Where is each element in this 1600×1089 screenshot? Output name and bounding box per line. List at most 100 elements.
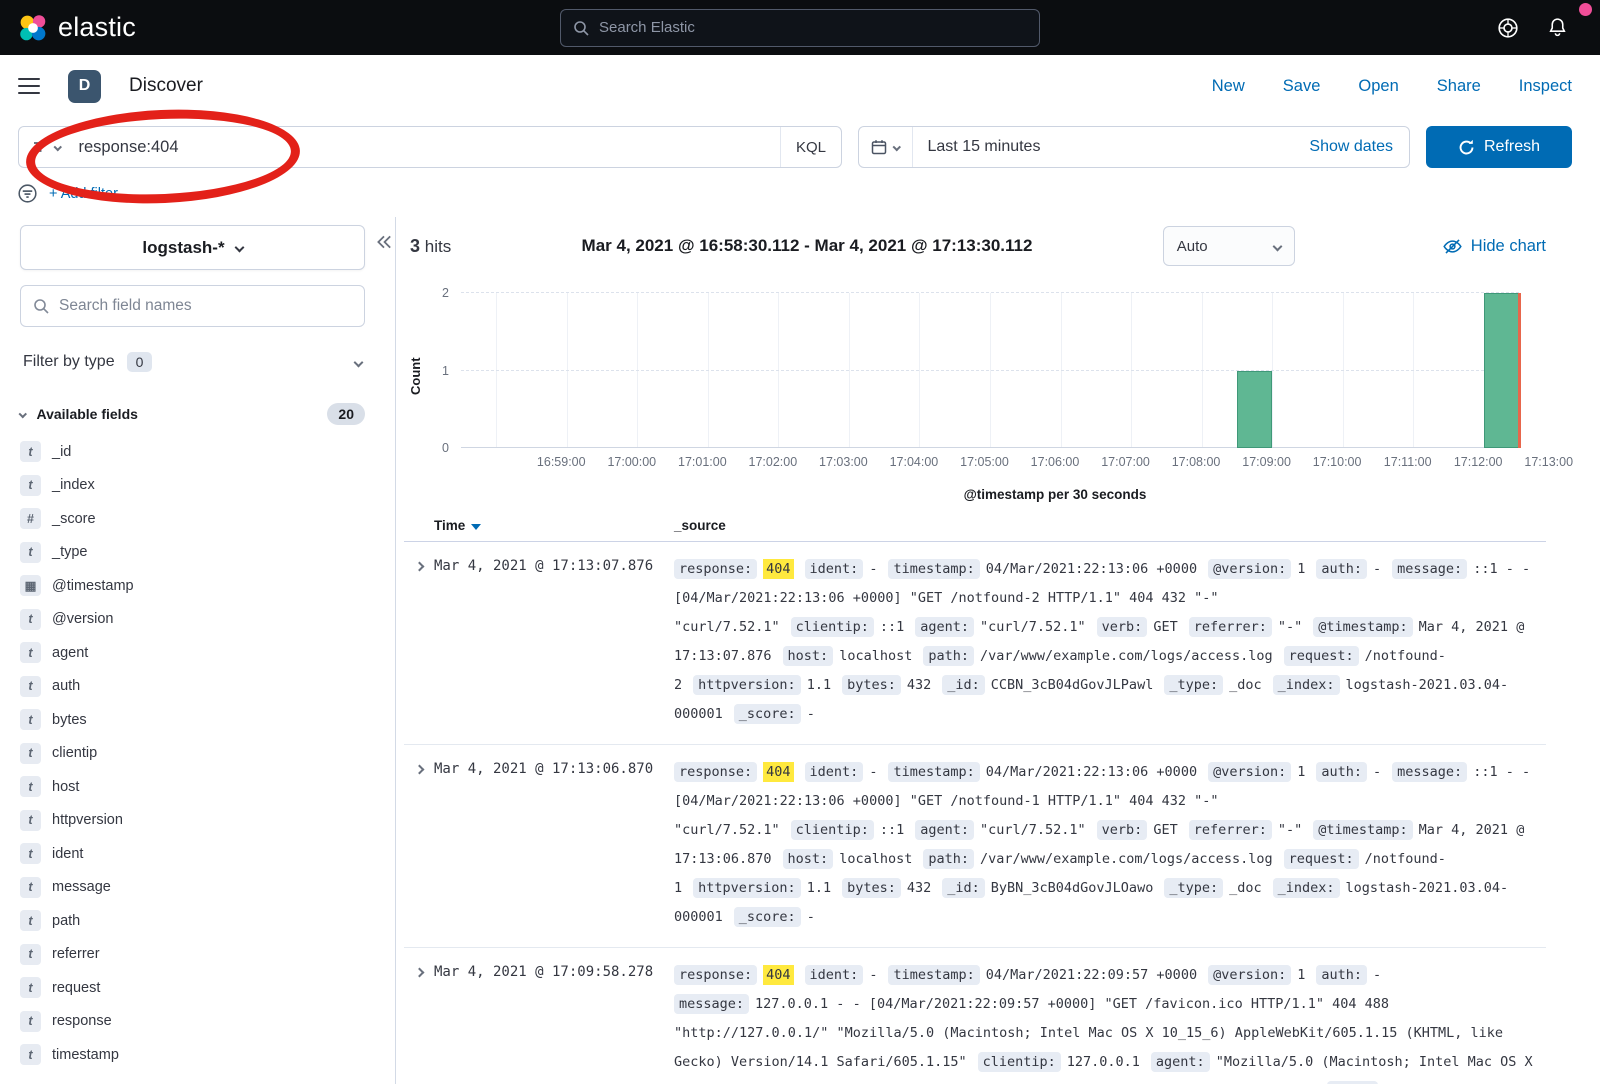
available-fields-header[interactable]: Available fields 20: [20, 403, 365, 425]
doc-time-cell: Mar 4, 2021 @ 17:13:06.870: [434, 758, 674, 932]
doc-time-cell: Mar 4, 2021 @ 17:13:07.876: [434, 555, 674, 729]
appbar-action-open[interactable]: Open: [1358, 77, 1398, 96]
field-item-path[interactable]: tpath: [20, 904, 365, 938]
field-item-referrer[interactable]: treferrer: [20, 938, 365, 972]
global-search-input[interactable]: [599, 19, 1027, 36]
doc-table-body: Mar 4, 2021 @ 17:13:07.876response:404id…: [404, 542, 1546, 1084]
refresh-icon: [1458, 139, 1475, 156]
field-item-clientip[interactable]: tclientip: [20, 737, 365, 771]
field-key-pill: timestamp:: [888, 559, 979, 579]
field-value: localhost: [839, 648, 912, 664]
field-item-auth[interactable]: tauth: [20, 670, 365, 704]
field-item-response[interactable]: tresponse: [20, 1005, 365, 1039]
calendar-menu-button[interactable]: [859, 127, 913, 167]
field-item-_index[interactable]: t_index: [20, 469, 365, 503]
field-value: CCBN_3cB04dGovJLPawl: [991, 677, 1154, 693]
field-name: timestamp: [52, 1047, 119, 1063]
query-bar: KQL Last 15 minutes Show dates Refresh: [0, 117, 1600, 176]
field-item-timestamp[interactable]: ttimestamp: [20, 1038, 365, 1072]
field-item-bytes[interactable]: tbytes: [20, 703, 365, 737]
interval-select[interactable]: Auto: [1163, 226, 1295, 266]
field-name: request: [52, 980, 100, 996]
field-key-pill: ident:: [805, 559, 864, 579]
y-axis-title: Count: [408, 357, 423, 395]
filter-by-type-count-badge: 0: [127, 352, 153, 372]
x-axis-title: @timestamp per 30 seconds: [526, 487, 1584, 502]
content-area: logstash-* Filter by type 0 Available fi…: [0, 217, 1600, 1084]
filter-by-type-dropdown[interactable]: Filter by type 0: [20, 341, 365, 383]
field-type-string-icon: t: [20, 743, 41, 764]
field-key-pill: verb:: [1097, 617, 1148, 637]
field-name: @timestamp: [52, 578, 134, 594]
current-time-marker: [1518, 293, 1521, 448]
field-value-highlighted: 404: [763, 762, 793, 782]
discover-app-badge: D: [68, 70, 101, 103]
field-item-@version[interactable]: t@version: [20, 603, 365, 637]
refresh-button[interactable]: Refresh: [1426, 126, 1572, 168]
x-gridline: [708, 293, 709, 448]
field-item-_type[interactable]: t_type: [20, 536, 365, 570]
appbar-action-share[interactable]: Share: [1437, 77, 1481, 96]
field-item-request[interactable]: trequest: [20, 971, 365, 1005]
field-search-box[interactable]: [20, 285, 365, 327]
appbar-action-save[interactable]: Save: [1283, 77, 1321, 96]
hits-label: hits: [425, 237, 451, 256]
documents-table: Time _source Mar 4, 2021 @ 17:13:07.876r…: [396, 518, 1600, 1084]
x-gridline: [849, 293, 850, 448]
x-gridline: [1413, 293, 1414, 448]
field-type-string-icon: t: [20, 441, 41, 462]
refresh-label: Refresh: [1484, 138, 1540, 156]
field-list: t_idt_index#_scoret_type▦@timestampt@ver…: [20, 435, 365, 1072]
field-value-highlighted: 404: [763, 965, 793, 985]
appbar-action-inspect[interactable]: Inspect: [1519, 77, 1572, 96]
field-type-number-icon: #: [20, 508, 41, 529]
field-item-agent[interactable]: tagent: [20, 636, 365, 670]
alerts-bell-icon[interactable]: [1547, 17, 1568, 38]
field-key-pill: _score:: [734, 907, 801, 927]
histogram-bar: [1237, 371, 1272, 449]
collapse-sidebar-icon[interactable]: [375, 233, 393, 251]
doc-source-cell: response:404ident:-timestamp:04/Mar/2021…: [674, 758, 1546, 932]
field-item-message[interactable]: tmessage: [20, 871, 365, 905]
field-key-pill: bytes:: [842, 878, 901, 898]
field-item-@timestamp[interactable]: ▦@timestamp: [20, 569, 365, 603]
doc-source-cell: response:404ident:-timestamp:04/Mar/2021…: [674, 555, 1546, 729]
field-item-_score[interactable]: #_score: [20, 502, 365, 536]
elastic-logo-icon: [18, 13, 48, 43]
expand-row-button[interactable]: [404, 555, 434, 729]
menu-hamburger-icon[interactable]: [18, 74, 40, 99]
field-item-httpversion[interactable]: thttpversion: [20, 804, 365, 838]
query-language-button[interactable]: KQL: [780, 127, 841, 167]
fields-sidebar: logstash-* Filter by type 0 Available fi…: [0, 217, 396, 1084]
expand-row-button[interactable]: [404, 758, 434, 932]
saved-query-menu-button[interactable]: [19, 139, 71, 155]
field-type-string-icon: t: [20, 475, 41, 496]
add-filter-button[interactable]: + Add filter: [49, 186, 118, 202]
time-column-label: Time: [434, 518, 465, 533]
index-pattern-selector[interactable]: logstash-*: [20, 225, 365, 270]
field-type-string-icon: t: [20, 542, 41, 563]
field-item-_id[interactable]: t_id: [20, 435, 365, 469]
expand-row-button[interactable]: [404, 961, 434, 1084]
hide-chart-link[interactable]: Hide chart: [1443, 237, 1546, 256]
field-value: 04/Mar/2021:22:09:57 +0000: [986, 967, 1197, 983]
deployment-icon[interactable]: [1497, 17, 1519, 39]
elastic-logo[interactable]: elastic: [18, 12, 136, 43]
field-key-pill: response:: [674, 559, 757, 579]
global-header: elastic: [0, 0, 1600, 55]
time-range-value[interactable]: Last 15 minutes: [913, 138, 1041, 156]
global-search-bar[interactable]: [560, 9, 1040, 47]
appbar-action-new[interactable]: New: [1212, 77, 1245, 96]
x-tick-label: 17:12:00: [1454, 455, 1503, 469]
y-tick-label: 0: [442, 441, 449, 455]
field-item-ident[interactable]: tident: [20, 837, 365, 871]
filter-options-icon[interactable]: [18, 184, 37, 203]
field-search-input[interactable]: [59, 297, 352, 315]
time-column-header[interactable]: Time: [434, 518, 674, 533]
show-dates-link[interactable]: Show dates: [1309, 138, 1409, 156]
query-input[interactable]: [71, 138, 780, 157]
field-name: bytes: [52, 712, 87, 728]
results-header: 3 hits Mar 4, 2021 @ 16:58:30.112 - Mar …: [396, 217, 1600, 275]
histogram-plot[interactable]: 012: [461, 293, 1519, 448]
field-item-host[interactable]: thost: [20, 770, 365, 804]
